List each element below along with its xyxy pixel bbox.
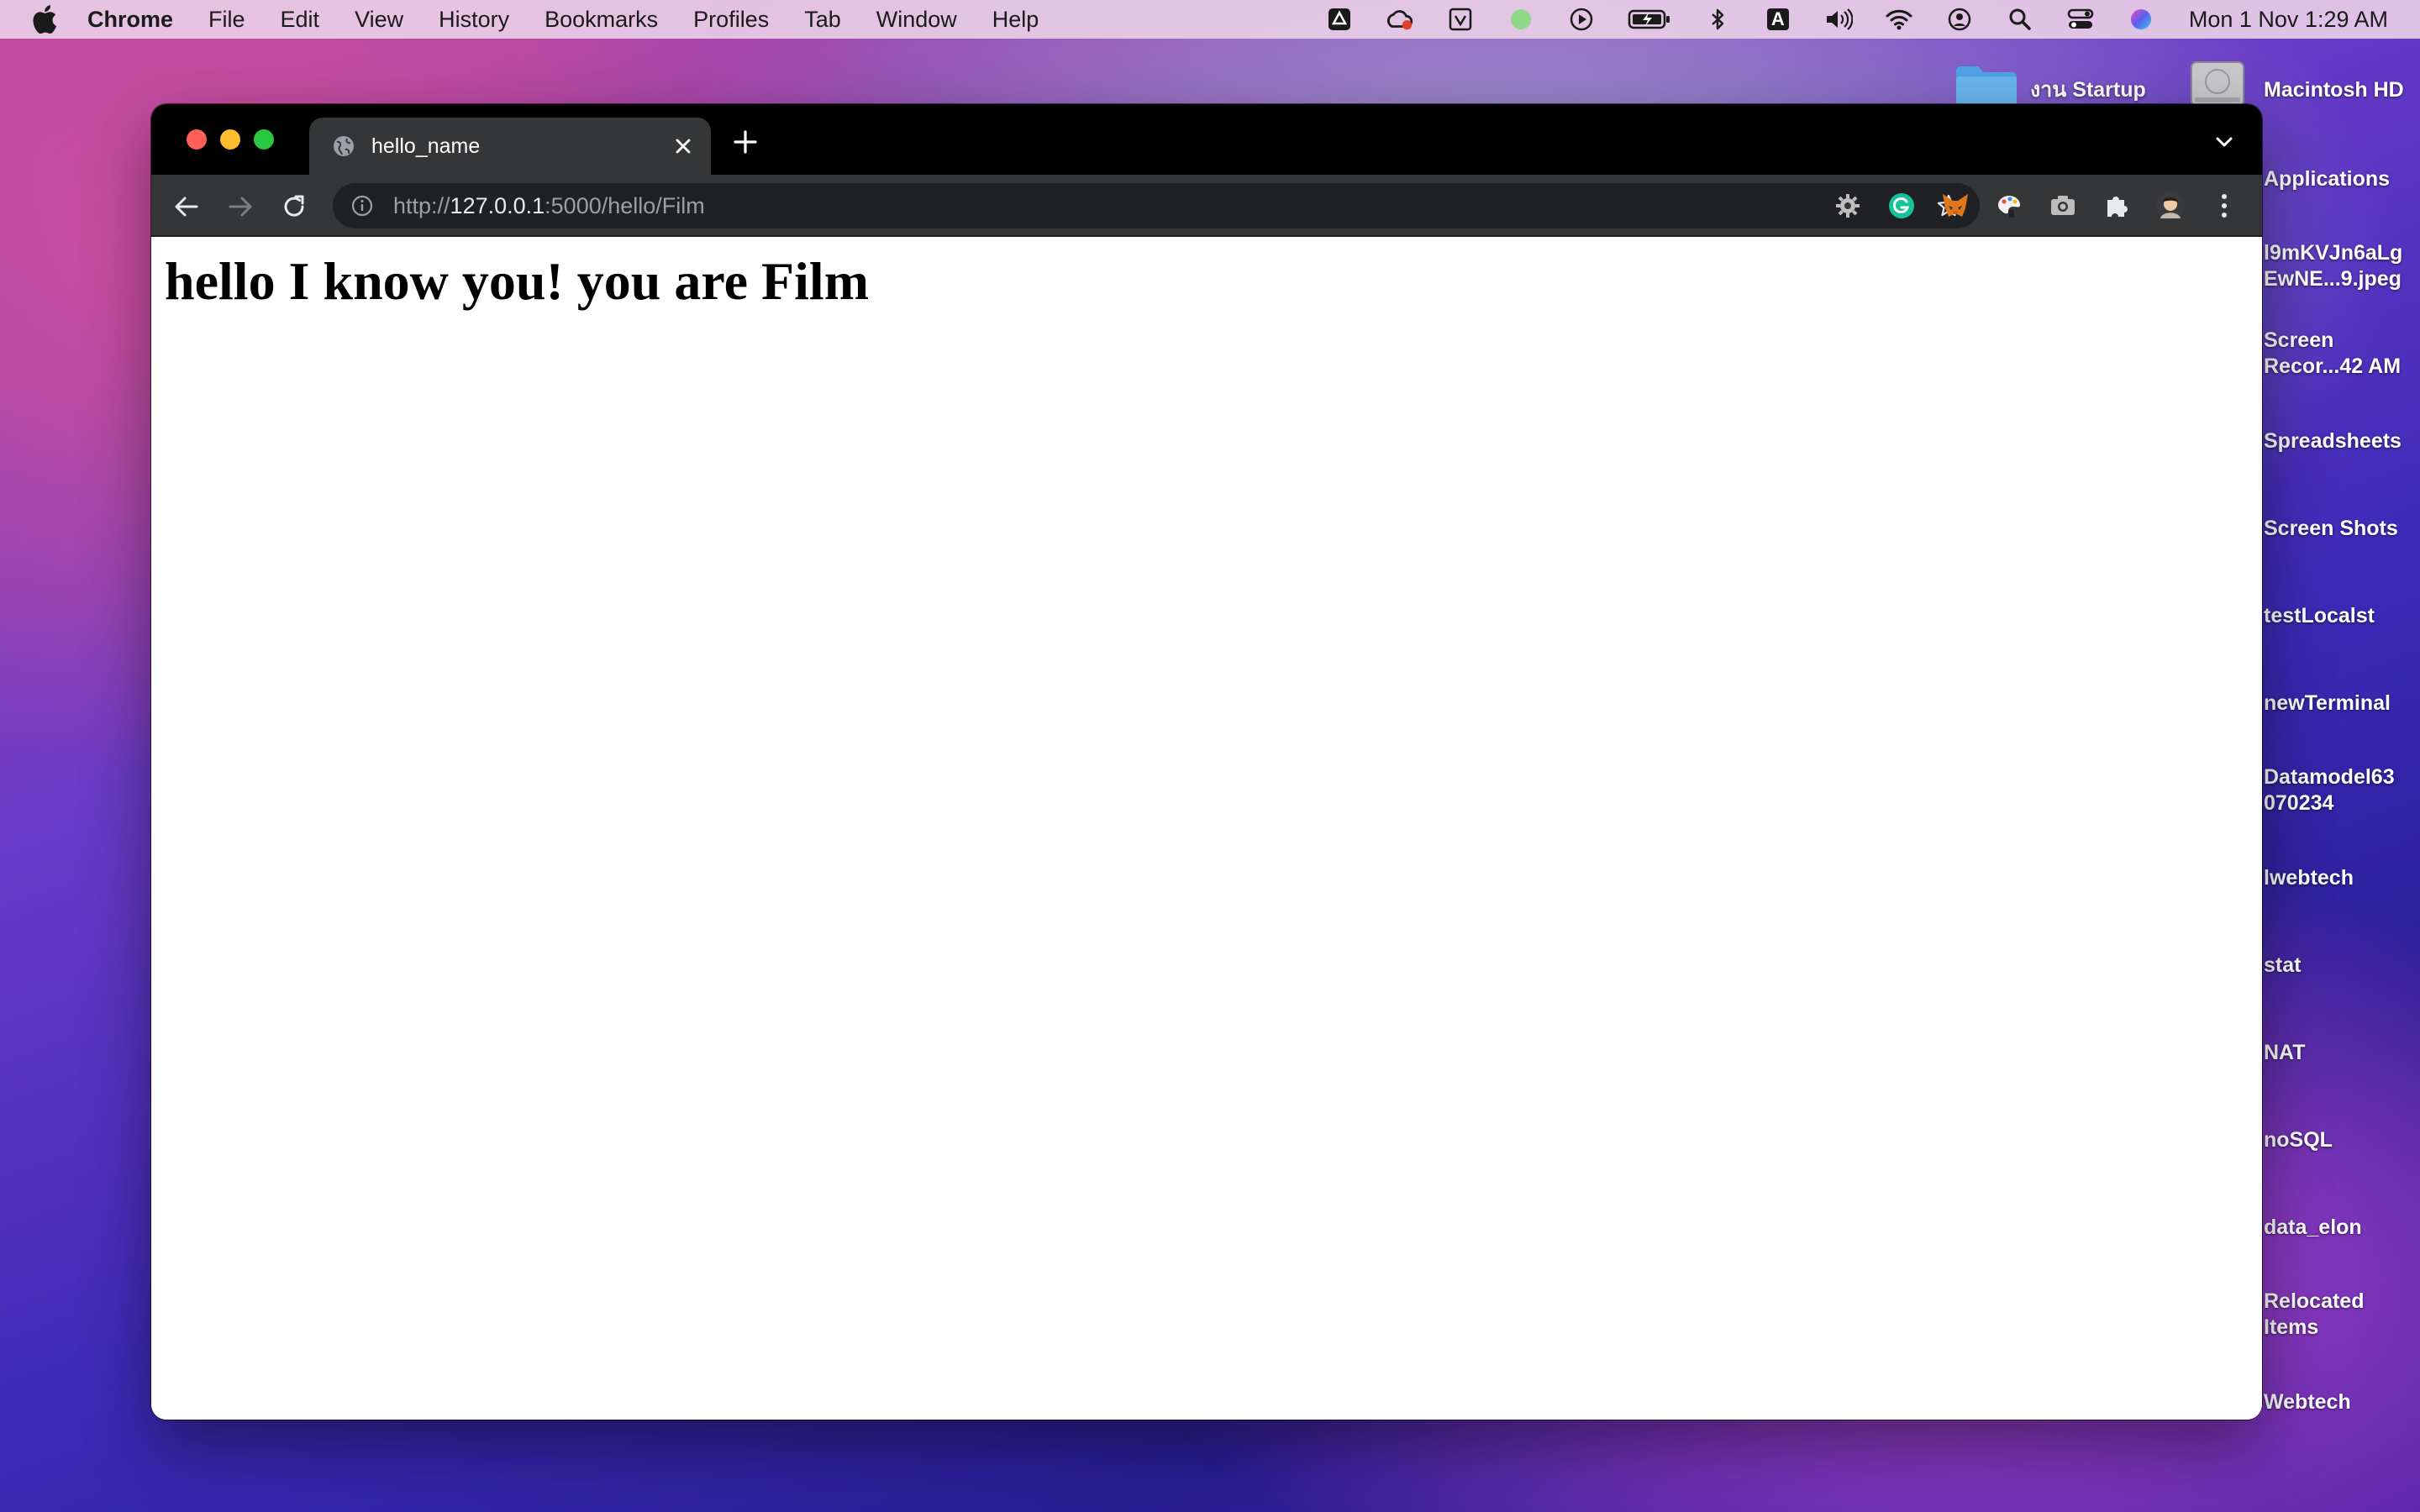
- input-source-label: A: [1770, 8, 1785, 29]
- site-info-icon[interactable]: [350, 193, 375, 218]
- browser-toolbar: http://127.0.0.1:5000/hello/Film: [151, 175, 2262, 237]
- desktop-item-nat[interactable]: NAT: [2264, 1040, 2306, 1066]
- vpn-shield-icon[interactable]: [1446, 5, 1475, 34]
- input-source-icon[interactable]: A: [1764, 5, 1792, 34]
- menu-bar: Chrome File Edit View History Bookmarks …: [0, 0, 2420, 39]
- tab-close-icon[interactable]: [671, 134, 696, 159]
- reload-button[interactable]: [279, 192, 309, 222]
- menu-history[interactable]: History: [439, 7, 509, 33]
- forward-button[interactable]: [225, 192, 255, 222]
- tab-strip: hello_name: [151, 104, 2262, 175]
- globe-icon: [331, 134, 356, 159]
- menu-view[interactable]: View: [355, 7, 403, 33]
- desktop-item-applications[interactable]: Applications: [2264, 166, 2390, 192]
- desktop-item-relocated-items[interactable]: Relocated Items: [2264, 1289, 2364, 1341]
- volume-icon[interactable]: [1824, 5, 1853, 34]
- menu-file[interactable]: File: [208, 7, 245, 33]
- desktop-item-spreadsheets[interactable]: Spreadsheets: [2264, 428, 2402, 454]
- desktop-item-screen-shots[interactable]: Screen Shots: [2264, 516, 2398, 542]
- desktop-item-startup[interactable]: งาน Startup: [2030, 77, 2146, 103]
- metamask-icon[interactable]: [1939, 190, 1971, 222]
- profile-avatar-icon[interactable]: [2154, 190, 2186, 222]
- more-menu-icon[interactable]: [2208, 190, 2240, 222]
- desktop-item-stat[interactable]: stat: [2264, 953, 2301, 979]
- extensions-puzzle-icon[interactable]: [2101, 190, 2133, 222]
- page-content: hello I know you! you are Film: [151, 237, 2262, 1420]
- desktop-item-jpeg[interactable]: l9mKVJn6aLg EwNE...9.jpeg: [2264, 240, 2402, 292]
- window-close-button[interactable]: [187, 129, 207, 150]
- status-area: A Mon 1 Nov 1:29 AM: [1293, 0, 2388, 39]
- play-icon[interactable]: [1567, 5, 1596, 34]
- desktop-item-newterminal[interactable]: newTerminal: [2264, 690, 2391, 717]
- window-minimize-button[interactable]: [220, 129, 240, 150]
- menu-profiles[interactable]: Profiles: [693, 7, 769, 33]
- url-path: :5000/hello/Film: [544, 192, 705, 218]
- menu-bookmarks[interactable]: Bookmarks: [544, 7, 658, 33]
- page-heading: hello I know you! you are Film: [165, 251, 869, 311]
- browser-window: hello_name http://127.0.0.1:5000/hello/F…: [151, 104, 2262, 1420]
- bluetooth-icon[interactable]: [1703, 5, 1732, 34]
- desktop-item-data-elon[interactable]: data_elon: [2264, 1215, 2362, 1241]
- control-center-icon[interactable]: [2066, 5, 2095, 34]
- menu-help[interactable]: Help: [992, 7, 1039, 33]
- creative-cloud-icon[interactable]: [1386, 5, 1414, 34]
- address-bar[interactable]: http://127.0.0.1:5000/hello/Film: [333, 183, 1980, 228]
- desktop-item-nosql[interactable]: noSQL: [2264, 1127, 2333, 1153]
- wifi-icon[interactable]: [1885, 5, 1913, 34]
- new-tab-button[interactable]: [731, 128, 760, 156]
- desktop-item-lwebtech[interactable]: lwebtech: [2264, 865, 2354, 891]
- menu-tab[interactable]: Tab: [804, 7, 841, 33]
- url-scheme: http://: [393, 192, 450, 218]
- spotlight-icon[interactable]: [2006, 5, 2034, 34]
- desktop-item-macintosh-hd[interactable]: Macintosh HD: [2264, 77, 2404, 103]
- camera-extension-icon[interactable]: [2047, 190, 2079, 222]
- desktop-item-webtech[interactable]: Webtech: [2264, 1389, 2351, 1415]
- user-icon[interactable]: [1945, 5, 1974, 34]
- settings-extension-icon[interactable]: [1832, 190, 1864, 222]
- menu-window[interactable]: Window: [876, 7, 957, 33]
- menu-app-name[interactable]: Chrome: [87, 7, 173, 33]
- tab-search-chevron-icon[interactable]: [2212, 129, 2237, 155]
- menu-edit[interactable]: Edit: [281, 7, 320, 33]
- url-text[interactable]: http://127.0.0.1:5000/hello/Film: [393, 193, 1934, 219]
- folder-icon[interactable]: [1954, 64, 2018, 110]
- paint-extension-icon[interactable]: [1993, 190, 2025, 222]
- grammarly-icon[interactable]: [1886, 190, 1918, 222]
- green-dot-icon[interactable]: [1507, 5, 1535, 34]
- tab-title: hello_name: [371, 134, 481, 158]
- menubar-clock[interactable]: Mon 1 Nov 1:29 AM: [2189, 7, 2388, 33]
- battery-icon[interactable]: [1628, 5, 1671, 34]
- window-maximize-button[interactable]: [254, 129, 274, 150]
- apple-menu-icon[interactable]: [30, 4, 59, 34]
- siri-icon[interactable]: [2127, 5, 2155, 34]
- back-button[interactable]: [171, 192, 202, 222]
- desktop-item-datamodel[interactable]: Datamodel63 070234: [2264, 764, 2395, 816]
- url-host: 127.0.0.1: [450, 192, 545, 218]
- tab-hello-name[interactable]: hello_name: [309, 118, 711, 175]
- desktop-item-screen-recording[interactable]: Screen Recor...42 AM: [2264, 328, 2401, 380]
- desktop-item-testlocalst[interactable]: testLocalst: [2264, 603, 2375, 629]
- drive-icon[interactable]: [1325, 5, 1354, 34]
